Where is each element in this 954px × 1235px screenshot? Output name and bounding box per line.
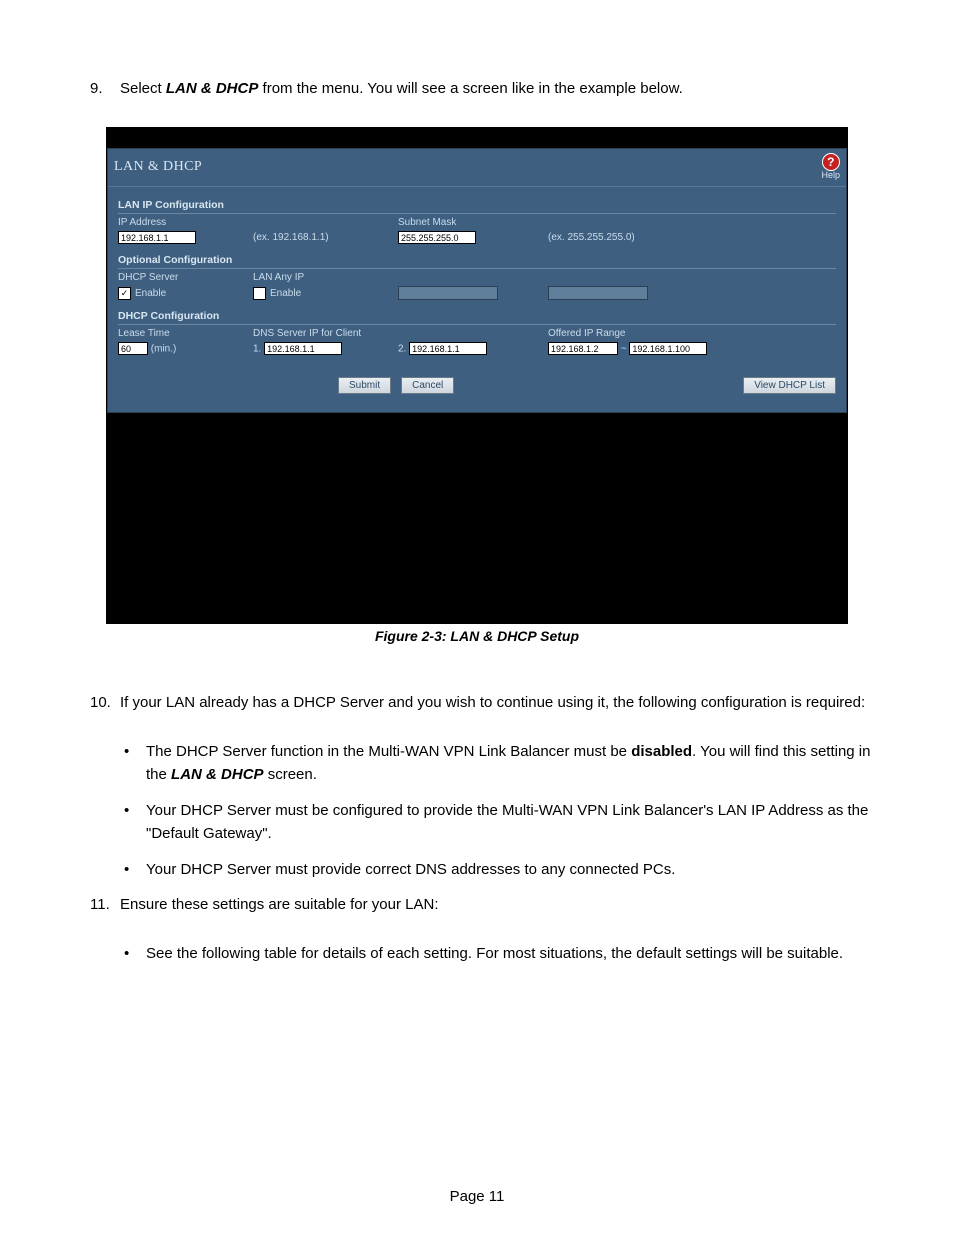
lease-time-label: Lease Time (118, 328, 253, 339)
disabled-field (548, 286, 648, 300)
step-9-text: Select LAN & DHCP from the menu. You wil… (120, 80, 894, 97)
help-icon: ? (822, 153, 840, 171)
dns1-input[interactable] (264, 342, 342, 355)
lease-time-input[interactable] (118, 342, 148, 355)
list-item: • The DHCP Server function in the Multi-… (124, 741, 894, 786)
lan-any-ip-enable-checkbox[interactable]: Enable (253, 287, 392, 300)
step-10: 10. If your LAN already has a DHCP Serve… (90, 694, 894, 711)
step-10-num: 10. (90, 694, 120, 711)
submit-button[interactable]: Submit (338, 377, 391, 394)
checkbox-checked-icon: ✓ (118, 287, 131, 300)
offered-ip-range-label: Offered IP Range (548, 328, 836, 339)
list-item: • Your DHCP Server must provide correct … (124, 859, 894, 882)
subnet-mask-label: Subnet Mask (398, 217, 548, 228)
step-10-text: If your LAN already has a DHCP Server an… (120, 694, 894, 711)
figure-caption: Figure 2-3: LAN & DHCP Setup (60, 628, 894, 644)
panel-title: LAN & DHCP (114, 159, 202, 175)
step-9-num: 9. (90, 80, 120, 97)
lan-dhcp-screenshot: LAN & DHCP ? Help LAN IP Configuration I… (106, 127, 848, 624)
step-11: 11. Ensure these settings are suitable f… (90, 896, 894, 913)
subnet-mask-input[interactable] (398, 231, 476, 244)
ip-hint: (ex. 192.168.1.1) (253, 232, 398, 243)
section-lan-ip: LAN IP Configuration (118, 199, 836, 214)
dns-server-label: DNS Server IP for Client (253, 328, 398, 339)
ip-address-label: IP Address (118, 217, 253, 228)
ip-address-input[interactable] (118, 231, 196, 244)
range-from-input[interactable] (548, 342, 618, 355)
list-item: • Your DHCP Server must be configured to… (124, 800, 894, 845)
dhcp-server-label: DHCP Server (118, 272, 253, 283)
step-11-text: Ensure these settings are suitable for y… (120, 896, 894, 913)
lan-any-ip-label: LAN Any IP (253, 272, 398, 283)
step-11-num: 11. (90, 896, 120, 913)
view-dhcp-list-button[interactable]: View DHCP List (743, 377, 836, 394)
subnet-hint: (ex. 255.255.255.0) (548, 232, 836, 243)
list-item: • See the following table for details of… (124, 943, 894, 966)
disabled-field (398, 286, 498, 300)
page-number: Page 11 (0, 1188, 954, 1205)
section-dhcp-config: DHCP Configuration (118, 310, 836, 325)
dhcp-server-enable-checkbox[interactable]: ✓ Enable (118, 287, 247, 300)
step-9: 9. Select LAN & DHCP from the menu. You … (90, 80, 894, 97)
dns2-input[interactable] (409, 342, 487, 355)
cancel-button[interactable]: Cancel (401, 377, 454, 394)
help-button[interactable]: ? Help (821, 153, 840, 180)
section-optional: Optional Configuration (118, 254, 836, 269)
range-to-input[interactable] (629, 342, 707, 355)
checkbox-unchecked-icon (253, 287, 266, 300)
